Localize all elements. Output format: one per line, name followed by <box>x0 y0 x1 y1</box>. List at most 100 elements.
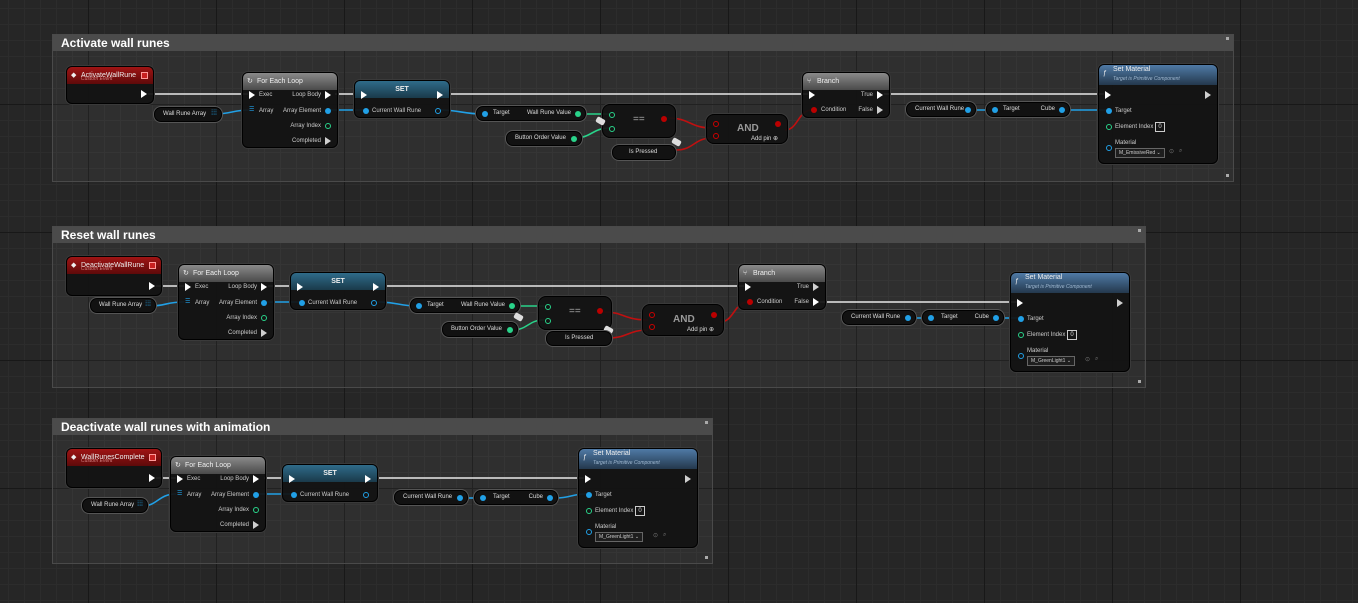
exec-out-pin[interactable] <box>149 282 155 290</box>
comment-resize-handle[interactable] <box>1138 380 1141 383</box>
event-node-activate-wall-rune[interactable]: ◆ ActivateWallRune Custom Event <box>66 66 154 104</box>
element-index-pin[interactable] <box>1018 332 1024 338</box>
result-out-pin[interactable] <box>775 121 781 127</box>
array-index-pin[interactable] <box>253 507 259 513</box>
branch-node[interactable]: ⑂ Branch Condition True False <box>802 72 890 118</box>
array-index-pin[interactable] <box>261 315 267 321</box>
array-pin-icon[interactable]: ☰ <box>185 298 190 306</box>
variable-wall-rune-array[interactable]: Wall Rune Array ⁞⁞⁞ <box>90 298 156 313</box>
set-current-wall-rune-node[interactable]: SET Current Wall Rune <box>282 464 378 502</box>
equals-node[interactable]: == <box>538 296 612 330</box>
set-material-node[interactable]: ƒ Set Material Target is Primitive Compo… <box>578 448 698 548</box>
false-pin[interactable] <box>813 298 819 306</box>
and-node[interactable]: AND Add pin ⊕ <box>706 114 788 144</box>
exec-in-pin[interactable] <box>185 283 191 291</box>
for-each-loop-node[interactable]: ↻ For Each Loop Exec ☰ Array Loop Body Ar… <box>170 456 266 532</box>
value-out-pin[interactable] <box>575 111 581 117</box>
array-pin-icon[interactable]: ☰ <box>177 490 182 498</box>
element-index-input[interactable]: 0 <box>1067 330 1077 340</box>
material-pin[interactable] <box>1106 145 1112 151</box>
array-pin[interactable]: ⁞⁞⁞ <box>145 301 151 309</box>
value-in-pin[interactable] <box>291 492 297 498</box>
loop-body-pin[interactable] <box>325 91 331 99</box>
get-wall-rune-value-node[interactable]: Target Wall Rune Value <box>476 106 586 121</box>
value-out-pin[interactable] <box>371 300 377 306</box>
completed-pin[interactable] <box>325 137 331 145</box>
for-each-loop-node[interactable]: ↻ For Each Loop Exec ☰ Array Loop Body Ar… <box>242 72 338 148</box>
completed-pin[interactable] <box>253 521 259 529</box>
exec-out-pin[interactable] <box>141 90 147 98</box>
browse-icon[interactable]: ⌕ <box>1179 148 1182 155</box>
value-out-pin[interactable] <box>507 327 513 333</box>
variable-is-pressed[interactable]: Is Pressed <box>546 331 612 346</box>
delegate-pin[interactable] <box>149 262 156 269</box>
a-in-pin[interactable] <box>649 312 655 318</box>
array-element-pin[interactable] <box>325 108 331 114</box>
branch-node[interactable]: ⑂ Branch Condition True False <box>738 264 826 310</box>
a-in-pin[interactable] <box>713 121 719 127</box>
b-in-pin[interactable] <box>713 133 719 139</box>
result-out-pin[interactable] <box>597 308 603 314</box>
array-index-pin[interactable] <box>325 123 331 129</box>
result-out-pin[interactable] <box>661 116 667 122</box>
target-pin[interactable] <box>1106 108 1112 114</box>
variable-current-wall-rune[interactable]: Current Wall Rune <box>906 102 976 117</box>
material-dropdown[interactable]: M_GreenLight1 ⌄ <box>1027 356 1076 366</box>
element-index-input[interactable]: 0 <box>1155 122 1165 132</box>
false-pin[interactable] <box>877 106 883 114</box>
array-element-pin[interactable] <box>253 492 259 498</box>
value-out-pin[interactable] <box>547 495 553 501</box>
variable-button-order-value[interactable]: Button Order Value <box>442 322 518 337</box>
exec-out-pin[interactable] <box>1205 91 1211 99</box>
target-pin[interactable] <box>992 107 998 113</box>
exec-out-pin[interactable] <box>373 283 379 291</box>
set-current-wall-rune-node[interactable]: SET Current Wall Rune <box>290 272 386 310</box>
value-out-pin[interactable] <box>509 303 515 309</box>
a-in-pin[interactable] <box>545 304 551 310</box>
condition-pin[interactable] <box>747 299 753 305</box>
target-pin[interactable] <box>416 303 422 309</box>
value-out-pin[interactable] <box>965 107 971 113</box>
comment-resize-handle[interactable] <box>1226 174 1229 177</box>
exec-out-pin[interactable] <box>437 91 443 99</box>
element-index-pin[interactable] <box>586 508 592 514</box>
exec-in-pin[interactable] <box>585 475 591 483</box>
set-material-node[interactable]: ƒ Set Material Target is Primitive Compo… <box>1010 272 1130 372</box>
element-index-pin[interactable] <box>1106 124 1112 130</box>
use-asset-icon[interactable]: ⊙ <box>653 532 658 539</box>
variable-wall-rune-array[interactable]: Wall Rune Array ⁞⁞⁞ <box>154 107 222 122</box>
target-pin[interactable] <box>928 315 934 321</box>
array-pin[interactable]: ⁞⁞⁞ <box>211 110 217 118</box>
comment-resize-handle[interactable] <box>705 556 708 559</box>
get-cube-node[interactable]: Target Cube <box>474 490 558 505</box>
element-index-input[interactable]: 0 <box>635 506 645 516</box>
true-pin[interactable] <box>877 91 883 99</box>
b-in-pin[interactable] <box>609 126 615 132</box>
condition-pin[interactable] <box>811 107 817 113</box>
exec-in-pin[interactable] <box>297 283 303 291</box>
exec-out-pin[interactable] <box>365 475 371 483</box>
event-node-wall-runes-complete[interactable]: ◆ WallRunesComplete Custom Event <box>66 448 162 488</box>
loop-body-pin[interactable] <box>253 475 259 483</box>
set-material-node[interactable]: ƒ Set Material Target is Primitive Compo… <box>1098 64 1218 164</box>
value-out-pin[interactable] <box>363 492 369 498</box>
browse-icon[interactable]: ⌕ <box>1095 356 1098 363</box>
array-pin-icon[interactable]: ☰ <box>249 106 254 114</box>
a-in-pin[interactable] <box>609 112 615 118</box>
exec-in-pin[interactable] <box>177 475 183 483</box>
exec-in-pin[interactable] <box>289 475 295 483</box>
material-pin[interactable] <box>586 529 592 535</box>
exec-in-pin[interactable] <box>249 91 255 99</box>
value-in-pin[interactable] <box>363 108 369 114</box>
array-element-pin[interactable] <box>261 300 267 306</box>
loop-body-pin[interactable] <box>261 283 267 291</box>
delegate-pin[interactable] <box>149 454 156 461</box>
value-out-pin[interactable] <box>905 315 911 321</box>
add-pin-button[interactable]: Add pin ⊕ <box>751 135 778 142</box>
exec-out-pin[interactable] <box>685 475 691 483</box>
value-out-pin[interactable] <box>457 495 463 501</box>
exec-in-pin[interactable] <box>1105 91 1111 99</box>
exec-out-pin[interactable] <box>1117 299 1123 307</box>
value-out-pin[interactable] <box>435 108 441 114</box>
completed-pin[interactable] <box>261 329 267 337</box>
